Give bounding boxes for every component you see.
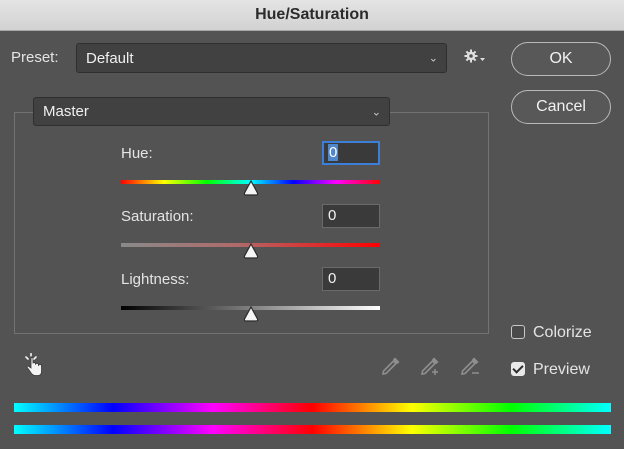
lightness-input[interactable]: 0	[322, 267, 380, 291]
chevron-down-icon: ⌄	[371, 106, 381, 118]
colorize-checkbox[interactable]	[511, 325, 525, 339]
ok-button[interactable]: OK	[511, 42, 611, 76]
adjustment-group	[14, 112, 489, 334]
hue-label: Hue:	[121, 145, 153, 162]
eyedropper-plus-icon[interactable]	[419, 355, 443, 382]
hue-input[interactable]: 0	[322, 141, 380, 165]
gear-icon[interactable]	[464, 49, 486, 70]
preview-checkbox[interactable]	[511, 362, 525, 376]
cancel-button[interactable]: Cancel	[511, 90, 611, 124]
preset-select[interactable]: Default ⌄	[76, 43, 447, 73]
hand-pointer-icon[interactable]	[22, 352, 44, 382]
input-color-bar	[14, 403, 611, 412]
chevron-down-icon: ⌄	[428, 52, 438, 65]
hue-saturation-dialog: Hue/Saturation Preset: Default ⌄ OK Canc…	[0, 0, 624, 449]
preset-label: Preset:	[11, 49, 59, 66]
colorize-label: Colorize	[533, 324, 592, 341]
channel-value: Master	[43, 103, 89, 120]
window-title: Hue/Saturation	[255, 6, 369, 23]
saturation-input[interactable]: 0	[322, 204, 380, 228]
eyedropper-icon[interactable]	[380, 355, 402, 382]
eyedropper-minus-icon[interactable]	[459, 355, 483, 382]
preset-value: Default	[86, 49, 134, 67]
preview-label: Preview	[533, 361, 590, 378]
lightness-label: Lightness:	[121, 271, 190, 288]
title-bar: Hue/Saturation	[0, 0, 624, 31]
channel-select[interactable]: Master ⌄	[33, 97, 390, 126]
output-color-bar	[14, 425, 611, 434]
saturation-label: Saturation:	[121, 208, 194, 225]
